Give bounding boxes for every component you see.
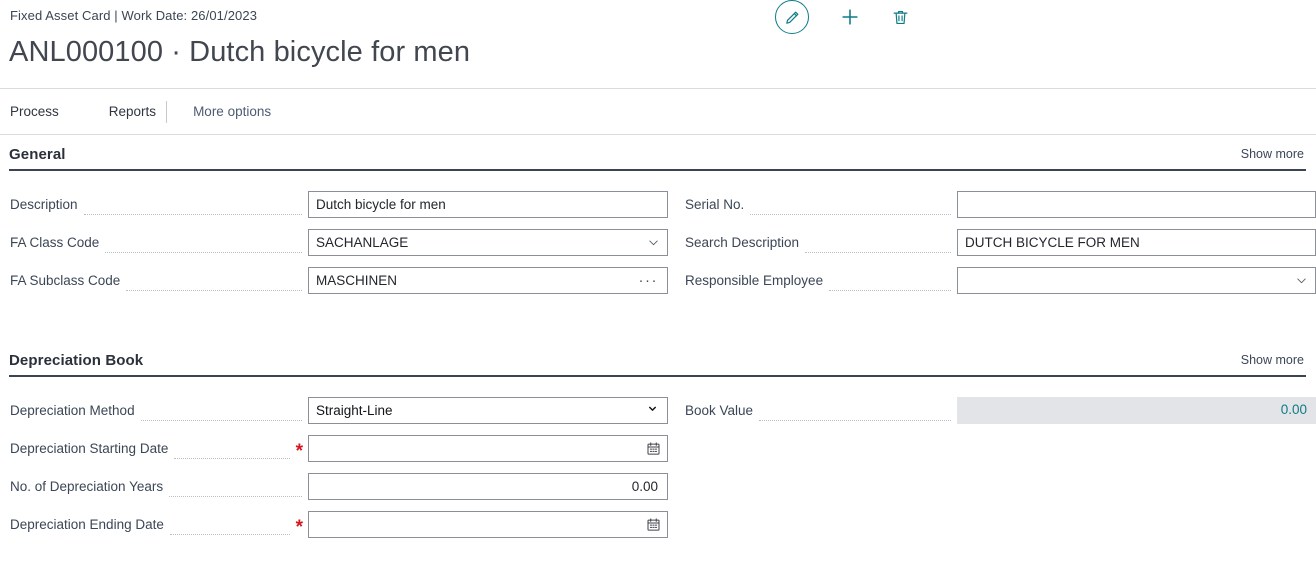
section-depreciation-book-title: Depreciation Book bbox=[9, 352, 144, 369]
leader-dots bbox=[169, 483, 302, 497]
section-general-title: General bbox=[9, 146, 66, 163]
leader-dots bbox=[829, 277, 951, 291]
chevron-down-icon[interactable] bbox=[646, 230, 661, 255]
leader-dots bbox=[83, 201, 302, 215]
field-fa-subclass-code-control[interactable]: ··· bbox=[308, 266, 668, 294]
field-fa-class-code-control[interactable] bbox=[308, 228, 668, 256]
serial-no-input[interactable] bbox=[958, 191, 1315, 217]
menubar-divider bbox=[166, 100, 168, 123]
depreciation-method-select[interactable]: Straight-Line bbox=[309, 397, 667, 423]
menu-item-reports[interactable]: Reports bbox=[109, 104, 156, 119]
leader-dots bbox=[126, 277, 302, 291]
delete-button[interactable] bbox=[891, 8, 910, 27]
field-book-value-label: Book Value bbox=[685, 402, 754, 418]
ellipsis-lookup-icon[interactable]: ··· bbox=[639, 268, 659, 293]
leader-dots bbox=[169, 521, 290, 535]
required-asterisk: * bbox=[295, 516, 303, 538]
section-general-fields: Description FA Class Code bbox=[0, 171, 1316, 299]
leader-dots bbox=[174, 445, 290, 459]
field-depreciation-ending-date-control[interactable] bbox=[308, 510, 668, 538]
field-fa-subclass-code: FA Subclass Code ··· bbox=[0, 261, 668, 299]
responsible-employee-input[interactable] bbox=[958, 267, 1315, 293]
depreciation-starting-date-input[interactable] bbox=[309, 435, 667, 461]
action-menubar: Process Reports More options bbox=[0, 88, 1316, 135]
leader-dots bbox=[759, 407, 951, 421]
section-general: General Show more Description FA Class C… bbox=[0, 135, 1316, 299]
field-no-of-depreciation-years: No. of Depreciation Years bbox=[0, 467, 668, 505]
field-book-value-control: 0.00 bbox=[957, 396, 1316, 424]
new-button[interactable] bbox=[839, 6, 861, 28]
required-asterisk: * bbox=[295, 440, 303, 462]
field-depreciation-method-control[interactable]: Straight-Line bbox=[308, 396, 668, 424]
section-depreciation-book-show-more[interactable]: Show more bbox=[1241, 353, 1304, 367]
field-fa-class-code-label: FA Class Code bbox=[10, 234, 100, 250]
field-depreciation-starting-date: Depreciation Starting Date * bbox=[0, 429, 668, 467]
edit-button[interactable] bbox=[775, 0, 809, 34]
field-search-description-label: Search Description bbox=[685, 234, 800, 250]
field-description: Description bbox=[0, 185, 668, 223]
field-search-description: Search Description bbox=[668, 223, 1316, 261]
field-responsible-employee: Responsible Employee bbox=[668, 261, 1316, 299]
chevron-down-icon[interactable] bbox=[1294, 268, 1309, 293]
field-depreciation-ending-date: Depreciation Ending Date * bbox=[0, 505, 668, 543]
search-description-input[interactable] bbox=[958, 229, 1315, 255]
field-depreciation-method: Depreciation Method Straight-Line bbox=[0, 391, 668, 429]
book-value-text: 0.00 bbox=[1280, 401, 1307, 417]
section-depreciation-book-left-column: Depreciation Method Straight-Line Deprec… bbox=[0, 391, 668, 543]
fa-subclass-code-input[interactable] bbox=[309, 267, 667, 293]
field-no-of-depreciation-years-label: No. of Depreciation Years bbox=[10, 478, 164, 494]
depreciation-ending-date-input[interactable] bbox=[309, 511, 667, 537]
menu-item-more-options[interactable]: More options bbox=[193, 104, 271, 119]
section-general-right-column: Serial No. Search Description Responsibl… bbox=[668, 185, 1316, 299]
field-description-control[interactable] bbox=[308, 190, 668, 218]
section-depreciation-book: Depreciation Book Show more Depreciation… bbox=[0, 341, 1316, 543]
section-depreciation-book-header: Depreciation Book Show more bbox=[0, 341, 1316, 375]
field-depreciation-starting-date-label: Depreciation Starting Date bbox=[10, 440, 169, 456]
field-depreciation-method-label: Depreciation Method bbox=[10, 402, 135, 418]
breadcrumb: Fixed Asset Card | Work Date: 26/01/2023 bbox=[10, 8, 258, 23]
leader-dots bbox=[805, 239, 951, 253]
pencil-icon bbox=[784, 9, 801, 26]
field-depreciation-starting-date-control[interactable] bbox=[308, 434, 668, 462]
no-of-depreciation-years-input[interactable] bbox=[309, 473, 667, 499]
field-book-value: Book Value 0.00 bbox=[668, 391, 1316, 429]
page-header: Fixed Asset Card | Work Date: 26/01/2023… bbox=[0, 0, 1316, 88]
fa-class-code-input[interactable] bbox=[309, 229, 667, 255]
page-title: ANL000100 · Dutch bicycle for men bbox=[9, 36, 471, 68]
field-responsible-employee-label: Responsible Employee bbox=[685, 272, 824, 288]
description-input[interactable] bbox=[309, 191, 667, 217]
field-fa-subclass-code-label: FA Subclass Code bbox=[10, 272, 121, 288]
field-search-description-control[interactable] bbox=[957, 228, 1316, 256]
field-no-of-depreciation-years-control[interactable] bbox=[308, 472, 668, 500]
field-description-label: Description bbox=[10, 196, 78, 212]
section-general-show-more[interactable]: Show more bbox=[1241, 147, 1304, 161]
field-depreciation-ending-date-label: Depreciation Ending Date bbox=[10, 516, 164, 532]
leader-dots bbox=[105, 239, 302, 253]
section-general-left-column: Description FA Class Code bbox=[0, 185, 668, 299]
menu-item-process[interactable]: Process bbox=[10, 104, 59, 119]
field-fa-class-code: FA Class Code bbox=[0, 223, 668, 261]
section-depreciation-book-right-column: Book Value 0.00 bbox=[668, 391, 1316, 543]
field-responsible-employee-control[interactable] bbox=[957, 266, 1316, 294]
field-serial-no-label: Serial No. bbox=[685, 196, 745, 212]
page-content: General Show more Description FA Class C… bbox=[0, 135, 1316, 543]
leader-dots bbox=[750, 201, 951, 215]
trash-icon bbox=[891, 8, 910, 27]
section-depreciation-book-fields: Depreciation Method Straight-Line Deprec… bbox=[0, 377, 1316, 543]
field-serial-no: Serial No. bbox=[668, 185, 1316, 223]
section-general-header: General Show more bbox=[0, 135, 1316, 169]
top-action-toolbar bbox=[775, 0, 910, 34]
calendar-icon[interactable] bbox=[646, 436, 661, 461]
field-serial-no-control[interactable] bbox=[957, 190, 1316, 218]
plus-icon bbox=[839, 6, 861, 28]
calendar-icon[interactable] bbox=[646, 512, 661, 537]
leader-dots bbox=[140, 407, 302, 421]
